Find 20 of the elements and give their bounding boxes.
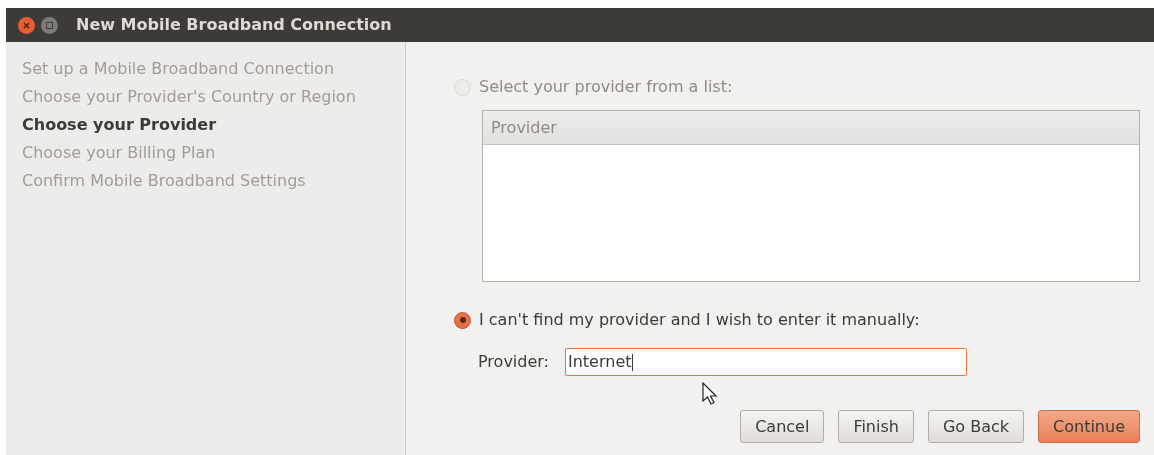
radio-button[interactable]	[454, 311, 471, 329]
mouse-pointer-icon	[702, 382, 719, 406]
step-label: Confirm Mobile Broadband Settings	[22, 170, 307, 191]
maximize-icon	[46, 21, 53, 29]
maximize-button[interactable]	[41, 16, 58, 34]
step-label: Choose your Billing Plan	[22, 142, 217, 163]
dialog-button[interactable]: Continue	[1038, 410, 1140, 443]
close-button[interactable]	[18, 16, 35, 34]
provider-field[interactable]: Internet	[565, 348, 967, 376]
dialog-button[interactable]: Finish	[838, 410, 914, 443]
close-icon	[23, 21, 30, 29]
dialog-button[interactable]: Cancel	[740, 410, 825, 443]
radio-label: Select your provider from a list:	[479, 76, 733, 98]
radio-label: I can't find my provider and I wish to enter it manually:	[479, 309, 920, 331]
step-label: Choose your Provider's Country or Region	[22, 86, 357, 107]
window-title: New Mobile Broadband Connection	[76, 14, 392, 36]
step-label: Set up a Mobile Broadband Connection	[22, 58, 336, 79]
dialog-button[interactable]: Go Back	[927, 410, 1025, 443]
step-label: Choose your Provider	[22, 114, 218, 135]
field-label: Provider:	[478, 351, 549, 373]
